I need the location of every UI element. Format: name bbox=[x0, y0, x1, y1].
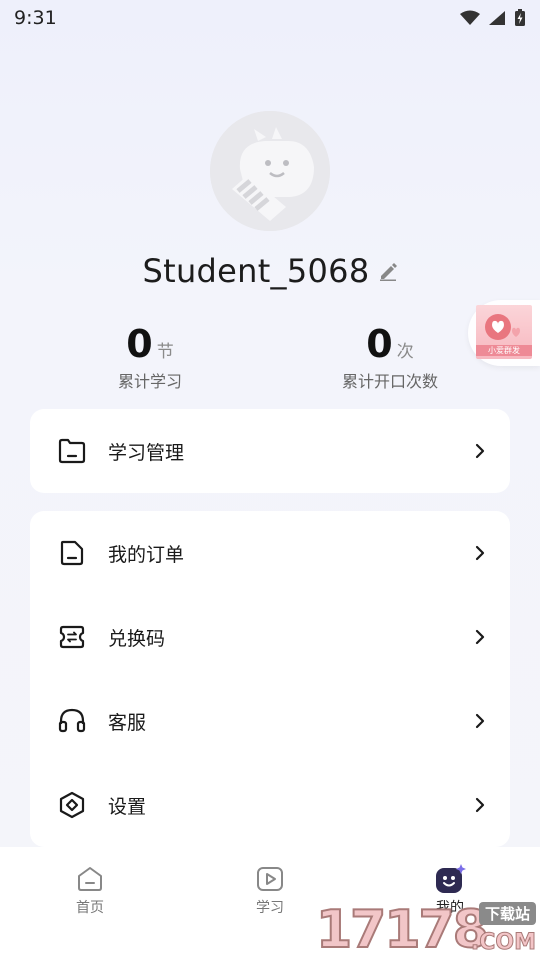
username-row: Student_5068 bbox=[0, 248, 540, 294]
menu-item-label: 我的订单 bbox=[108, 543, 185, 566]
exchange-ticket-icon bbox=[59, 625, 85, 649]
nav-label: 首页 bbox=[76, 900, 104, 916]
wifi-icon bbox=[460, 10, 480, 25]
chevron-right-icon bbox=[475, 545, 485, 561]
heart-icon bbox=[485, 314, 520, 340]
chevron-right-icon bbox=[475, 797, 485, 813]
status-time: 9:31 bbox=[14, 7, 57, 29]
battery-icon bbox=[515, 9, 525, 26]
menu-item-study-management[interactable]: 学习管理 bbox=[30, 409, 510, 493]
promo-text: 小爱群发 bbox=[476, 345, 532, 356]
menu-item-my-orders[interactable]: 我的订单 bbox=[30, 511, 510, 595]
menu-item-label: 学习管理 bbox=[108, 441, 185, 464]
menu-item-label: 客服 bbox=[108, 711, 147, 734]
stat-unit: 节 bbox=[156, 342, 174, 362]
stat-value: 0 bbox=[366, 322, 393, 366]
stat-label: 累计学习 bbox=[117, 372, 182, 391]
status-bar: 9:31 bbox=[0, 0, 540, 36]
nav-tab-home[interactable]: 首页 bbox=[50, 863, 130, 917]
settings-diamond-icon bbox=[59, 791, 85, 819]
folder-icon bbox=[58, 438, 86, 464]
headset-icon bbox=[58, 708, 86, 733]
menu-item-label: 设置 bbox=[108, 795, 147, 818]
menu-item-redeem-code[interactable]: 兑换码 bbox=[30, 595, 510, 679]
smiley-face-icon bbox=[436, 864, 466, 893]
stat-speaking-count: 0 次 累计开口次数 bbox=[290, 322, 490, 392]
cellular-signal-icon bbox=[489, 11, 505, 25]
edit-pencil-icon[interactable] bbox=[378, 261, 398, 281]
nav-tab-study[interactable]: 学习 bbox=[230, 863, 310, 917]
stat-value: 0 bbox=[126, 322, 153, 366]
menu-item-settings[interactable]: 设置 bbox=[30, 763, 510, 847]
document-icon bbox=[60, 540, 84, 566]
watermark-badge: 下载站 bbox=[478, 902, 536, 925]
watermark-digits: 17178 bbox=[315, 899, 490, 960]
stat-unit: 次 bbox=[396, 342, 414, 362]
menu-card: 我的订单 兑换码 客服 设置 bbox=[30, 511, 510, 847]
chevron-right-icon bbox=[475, 713, 485, 729]
stat-total-lessons: 0 节 累计学习 bbox=[50, 322, 250, 392]
chevron-right-icon bbox=[475, 443, 485, 459]
stat-label: 累计开口次数 bbox=[341, 372, 438, 391]
menu-item-customer-service[interactable]: 客服 bbox=[30, 679, 510, 763]
study-management-card: 学习管理 bbox=[30, 409, 510, 493]
promo-image: 小爱群发 bbox=[476, 305, 532, 359]
play-icon bbox=[257, 867, 283, 891]
status-icons bbox=[460, 9, 526, 27]
nav-label: 学习 bbox=[256, 900, 284, 916]
site-watermark: 17178 下载站 .COM bbox=[314, 898, 540, 960]
chevron-right-icon bbox=[475, 629, 485, 645]
avatar[interactable] bbox=[210, 111, 330, 231]
menu-item-label: 兑换码 bbox=[108, 627, 166, 650]
floating-promo-badge[interactable]: 小爱群发 bbox=[468, 300, 540, 366]
username: Student_5068 bbox=[142, 252, 370, 290]
zebra-mascot-icon bbox=[210, 111, 330, 231]
home-icon bbox=[78, 867, 102, 891]
watermark-suffix: .COM bbox=[470, 930, 536, 956]
